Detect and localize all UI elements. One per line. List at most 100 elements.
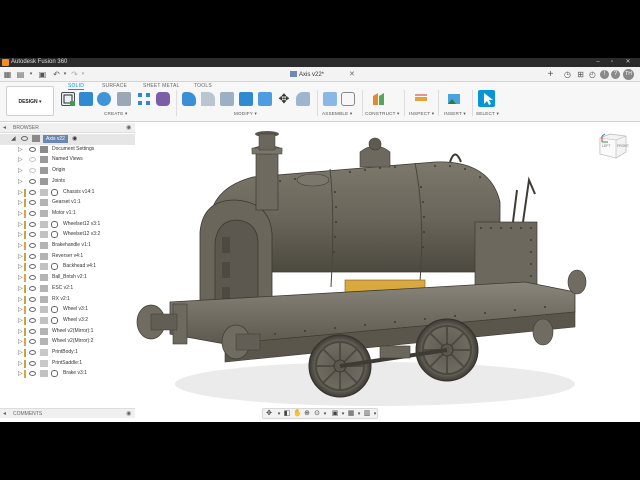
help-icon[interactable]: ?	[611, 70, 620, 79]
viewports-chevron-icon[interactable]: ▾	[371, 410, 379, 418]
notification-icon[interactable]: !	[600, 70, 609, 79]
extrude-icon[interactable]	[79, 92, 93, 106]
visibility-eye-icon[interactable]	[29, 243, 36, 248]
inspect-group-label[interactable]: INSPECT ▾	[409, 111, 434, 117]
browser-tree-item[interactable]: ▷ PrintBody:1	[0, 348, 135, 359]
orbit-icon[interactable]: ✥	[265, 410, 273, 418]
insert-group-label[interactable]: INSERT ▾	[444, 111, 466, 117]
create-sketch-icon[interactable]	[61, 92, 75, 106]
align-icon[interactable]	[296, 92, 310, 106]
modify-group-label[interactable]: MODIFY ▾	[234, 111, 257, 117]
new-component-icon[interactable]	[323, 92, 337, 106]
measure-icon[interactable]	[414, 92, 428, 106]
browser-tree-item[interactable]: ▷ ESC v2:1	[0, 284, 135, 295]
chamfer-icon[interactable]	[220, 92, 234, 106]
visibility-eye-icon[interactable]	[29, 350, 36, 355]
new-tab-icon[interactable]: +	[545, 69, 556, 80]
browser-tree-item[interactable]: ▷ RX v2:1	[0, 295, 135, 306]
hole-icon[interactable]	[117, 92, 131, 106]
browser-panel-header[interactable]: ◂ BROWSER ◉	[0, 123, 135, 133]
browser-tree-item[interactable]: ▷ Wheelset12 v3:1	[0, 220, 135, 231]
document-tab-close-icon[interactable]: ✕	[349, 69, 355, 81]
browser-tree-item[interactable]: ▷ Joints	[0, 177, 135, 188]
tab-surface[interactable]: SURFACE	[102, 83, 127, 89]
fillet-icon[interactable]	[201, 92, 215, 106]
visibility-eye-icon[interactable]	[29, 221, 36, 227]
grid-snaps-icon[interactable]: ▦	[347, 410, 355, 418]
visibility-eye-icon[interactable]	[29, 296, 36, 302]
display-settings-icon[interactable]: ▣	[331, 410, 339, 418]
expand-triangle-icon[interactable]: ▷	[18, 156, 24, 163]
visibility-eye-icon[interactable]	[29, 146, 36, 152]
visibility-eye-icon[interactable]	[29, 157, 36, 163]
fit-icon[interactable]: ⊙	[313, 410, 321, 418]
browser-tree-item[interactable]: ▷ PrintSaddle:1	[0, 359, 135, 370]
redo-icon[interactable]: ↷	[70, 70, 79, 79]
expand-triangle-icon[interactable]: ◢	[11, 135, 17, 142]
save-icon[interactable]: ▣	[38, 70, 47, 79]
browser-root-item[interactable]: ◢ Axis v22 ◉	[0, 134, 135, 145]
visibility-eye-icon[interactable]	[29, 178, 36, 184]
tab-sheet-metal[interactable]: SHEET METAL	[143, 83, 179, 89]
move-copy-icon[interactable]: ✥	[277, 92, 291, 106]
pan-icon[interactable]: ✋	[293, 410, 302, 418]
zoom-chevron-icon[interactable]: ▾	[321, 410, 329, 418]
display-settings-chevron-icon[interactable]: ▾	[339, 410, 347, 418]
browser-tree-item[interactable]: ▷ Wheel v2(Mirror):2	[0, 337, 135, 348]
visibility-eye-icon[interactable]	[29, 317, 36, 323]
visibility-eye-icon[interactable]	[29, 360, 36, 366]
look-at-icon[interactable]: ◧	[283, 410, 291, 418]
shell-icon[interactable]	[239, 92, 253, 106]
browser-tree-item[interactable]: ▷ Brakehandle v1:1	[0, 241, 135, 252]
visibility-eye-icon[interactable]	[29, 168, 36, 174]
undo-chevron-icon[interactable]: ▾	[62, 70, 68, 79]
browser-tree-item[interactable]: ▷ Gearset v1:1	[0, 198, 135, 209]
browser-tree-item[interactable]: ▷ Backhead v4:1	[0, 262, 135, 273]
browser-tree-item[interactable]: ▷ Ball_Bntsh v2:1	[0, 273, 135, 284]
browser-tree-item[interactable]: ▷ Origin	[0, 166, 135, 177]
browser-tree-item[interactable]: ▷ Chassis v14:1	[0, 188, 135, 199]
app-grid-icon[interactable]: ▦	[3, 70, 12, 79]
file-menu-icon[interactable]: ▤	[16, 70, 25, 79]
browser-tree-item[interactable]: ▷ Wheelset12 v3:2	[0, 230, 135, 241]
zoom-icon[interactable]: ⊕	[303, 410, 311, 418]
browser-pin-icon[interactable]: ◉	[126, 123, 131, 133]
comments-pin-icon[interactable]: ◉	[126, 409, 131, 419]
browser-tree-item[interactable]: ▷ Document Settings	[0, 145, 135, 156]
job-status-icon[interactable]: ◷	[563, 70, 572, 79]
create-group-label[interactable]: CREATE ▾	[104, 111, 127, 117]
expand-triangle-icon[interactable]: ▷	[18, 167, 24, 174]
insert-image-icon[interactable]	[447, 92, 461, 106]
visibility-eye-icon[interactable]	[29, 275, 36, 281]
select-icon[interactable]	[478, 90, 495, 107]
visibility-eye-icon[interactable]	[21, 136, 28, 141]
browser-tree-item[interactable]: ▷ Motor v1:1	[0, 209, 135, 220]
joint-icon[interactable]	[341, 92, 355, 106]
press-pull-icon[interactable]	[182, 92, 196, 106]
minimize-icon[interactable]: –	[592, 58, 604, 67]
tab-solid[interactable]: SOLID	[68, 83, 85, 90]
collapse-browser-icon[interactable]: ◂	[3, 123, 6, 133]
visibility-eye-icon[interactable]	[29, 328, 36, 334]
revolve-icon[interactable]	[97, 92, 111, 106]
locomotive-model[interactable]	[135, 122, 640, 422]
browser-tree-item[interactable]: ▷ Named Views	[0, 155, 135, 166]
visibility-eye-icon[interactable]	[29, 200, 36, 206]
notifications-icon[interactable]: ◴	[588, 70, 597, 79]
visibility-eye-icon[interactable]	[29, 232, 36, 238]
browser-tree-item[interactable]: ▷ Reverser v4:1	[0, 252, 135, 263]
orbit-chevron-icon[interactable]: ▾	[275, 410, 283, 418]
visibility-eye-icon[interactable]	[29, 189, 36, 195]
workspace-switcher-button[interactable]: DESIGN ▾	[6, 86, 54, 116]
visibility-eye-icon[interactable]	[29, 339, 36, 345]
grid-snaps-chevron-icon[interactable]: ▾	[355, 410, 363, 418]
file-menu-chevron-icon[interactable]: ▾	[28, 70, 34, 79]
undo-icon[interactable]: ↶	[52, 70, 61, 79]
extensions-icon[interactable]: ⊞	[576, 70, 585, 79]
visibility-eye-icon[interactable]	[29, 307, 36, 313]
brake-handle[interactable]	[512, 176, 536, 223]
visibility-eye-icon[interactable]	[29, 210, 36, 216]
create-form-icon[interactable]	[156, 92, 170, 106]
bunker[interactable]	[474, 221, 538, 293]
chimney[interactable]	[255, 149, 279, 211]
